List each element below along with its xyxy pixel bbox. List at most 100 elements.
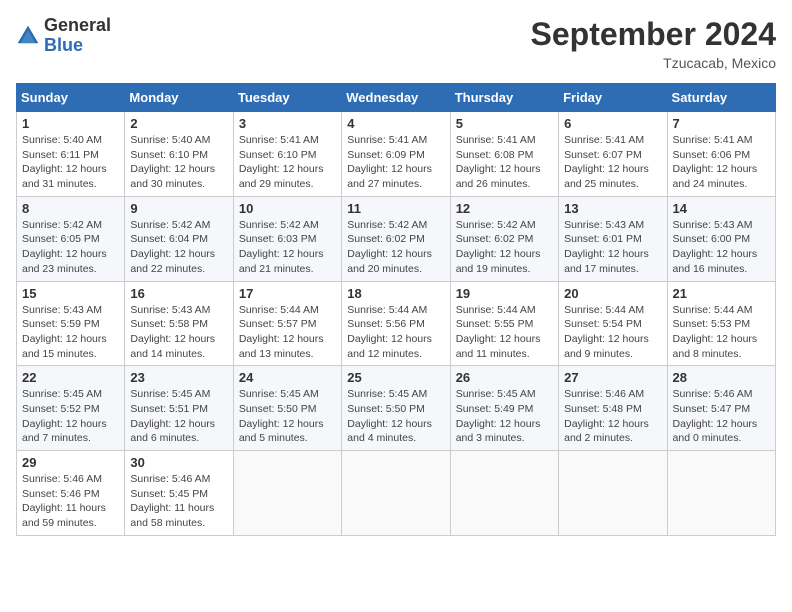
cell-details: Sunrise: 5:44 AMSunset: 5:56 PMDaylight:… [347,303,444,362]
day-number: 25 [347,370,444,385]
day-number: 16 [130,286,227,301]
calendar-cell: 22 Sunrise: 5:45 AMSunset: 5:52 PMDayligh… [17,366,125,451]
calendar-cell: 1 Sunrise: 5:40 AMSunset: 6:11 PMDaylight… [17,112,125,197]
cell-details: Sunrise: 5:43 AMSunset: 6:00 PMDaylight:… [673,218,770,277]
day-number: 2 [130,116,227,131]
cell-details: Sunrise: 5:41 AMSunset: 6:10 PMDaylight:… [239,133,336,192]
day-number: 21 [673,286,770,301]
calendar-cell: 8 Sunrise: 5:42 AMSunset: 6:05 PMDaylight… [17,196,125,281]
logo: General Blue [16,16,111,56]
logo-general-text: General [44,16,111,36]
cell-details: Sunrise: 5:44 AMSunset: 5:57 PMDaylight:… [239,303,336,362]
day-number: 28 [673,370,770,385]
logo-blue-text: Blue [44,36,111,56]
calendar-cell: 7 Sunrise: 5:41 AMSunset: 6:06 PMDaylight… [667,112,775,197]
location-text: Tzucacab, Mexico [531,55,776,71]
cell-details: Sunrise: 5:40 AMSunset: 6:11 PMDaylight:… [22,133,119,192]
day-number: 15 [22,286,119,301]
cell-details: Sunrise: 5:45 AMSunset: 5:52 PMDaylight:… [22,387,119,446]
cell-details: Sunrise: 5:46 AMSunset: 5:47 PMDaylight:… [673,387,770,446]
calendar-cell: 12Sunrise: 5:42 AMSunset: 6:02 PMDayligh… [450,196,558,281]
day-number: 12 [456,201,553,216]
day-number: 5 [456,116,553,131]
calendar-cell: 20 Sunrise: 5:44 AMSunset: 5:54 PMDayligh… [559,281,667,366]
day-number: 10 [239,201,336,216]
day-number: 4 [347,116,444,131]
cell-details: Sunrise: 5:42 AMSunset: 6:05 PMDaylight:… [22,218,119,277]
calendar-cell [667,451,775,536]
day-number: 26 [456,370,553,385]
cell-details: Sunrise: 5:42 AMSunset: 6:03 PMDaylight:… [239,218,336,277]
day-number: 17 [239,286,336,301]
calendar-cell: 10 Sunrise: 5:42 AMSunset: 6:03 PMDayligh… [233,196,341,281]
cell-details: Sunrise: 5:46 AMSunset: 5:45 PMDaylight:… [130,472,227,531]
cell-details: Sunrise: 5:45 AMSunset: 5:50 PMDaylight:… [347,387,444,446]
calendar-cell: 17 Sunrise: 5:44 AMSunset: 5:57 PMDayligh… [233,281,341,366]
calendar-cell: 26 Sunrise: 5:45 AMSunset: 5:49 PMDayligh… [450,366,558,451]
cell-details: Sunrise: 5:41 AMSunset: 6:07 PMDaylight:… [564,133,661,192]
cell-details: Sunrise: 5:41 AMSunset: 6:06 PMDaylight:… [673,133,770,192]
day-number: 3 [239,116,336,131]
calendar-cell: 6 Sunrise: 5:41 AMSunset: 6:07 PMDaylight… [559,112,667,197]
page-header: General Blue September 2024 Tzucacab, Me… [16,16,776,71]
cell-details: Sunrise: 5:45 AMSunset: 5:51 PMDaylight:… [130,387,227,446]
calendar-week-row: 8 Sunrise: 5:42 AMSunset: 6:05 PMDaylight… [17,196,776,281]
col-friday: Friday [559,84,667,112]
calendar-cell: 27 Sunrise: 5:46 AMSunset: 5:48 PMDayligh… [559,366,667,451]
calendar-cell: 2 Sunrise: 5:40 AMSunset: 6:10 PMDaylight… [125,112,233,197]
cell-details: Sunrise: 5:44 AMSunset: 5:55 PMDaylight:… [456,303,553,362]
day-number: 19 [456,286,553,301]
cell-details: Sunrise: 5:40 AMSunset: 6:10 PMDaylight:… [130,133,227,192]
calendar-cell: 3 Sunrise: 5:41 AMSunset: 6:10 PMDaylight… [233,112,341,197]
cell-details: Sunrise: 5:44 AMSunset: 5:54 PMDaylight:… [564,303,661,362]
cell-details: Sunrise: 5:44 AMSunset: 5:53 PMDaylight:… [673,303,770,362]
day-number: 7 [673,116,770,131]
title-block: September 2024 Tzucacab, Mexico [531,16,776,71]
day-number: 13 [564,201,661,216]
cell-details: Sunrise: 5:43 AMSunset: 5:59 PMDaylight:… [22,303,119,362]
col-saturday: Saturday [667,84,775,112]
calendar-cell: 11 Sunrise: 5:42 AMSunset: 6:02 PMDayligh… [342,196,450,281]
calendar-week-row: 29 Sunrise: 5:46 AMSunset: 5:46 PMDayligh… [17,451,776,536]
cell-details: Sunrise: 5:43 AMSunset: 6:01 PMDaylight:… [564,218,661,277]
calendar-cell: 21 Sunrise: 5:44 AMSunset: 5:53 PMDayligh… [667,281,775,366]
calendar-table: Sunday Monday Tuesday Wednesday Thursday… [16,83,776,536]
day-number: 1 [22,116,119,131]
calendar-cell [559,451,667,536]
calendar-week-row: 1 Sunrise: 5:40 AMSunset: 6:11 PMDaylight… [17,112,776,197]
day-number: 8 [22,201,119,216]
cell-details: Sunrise: 5:42 AMSunset: 6:02 PMDaylight:… [347,218,444,277]
cell-details: Sunrise: 5:42 AMSunset: 6:04 PMDaylight:… [130,218,227,277]
day-number: 9 [130,201,227,216]
month-title: September 2024 [531,16,776,53]
cell-details: Sunrise: 5:46 AMSunset: 5:46 PMDaylight:… [22,472,119,531]
day-number: 29 [22,455,119,470]
calendar-cell: 4Sunrise: 5:41 AMSunset: 6:09 PMDaylight… [342,112,450,197]
day-number: 22 [22,370,119,385]
cell-details: Sunrise: 5:45 AMSunset: 5:50 PMDaylight:… [239,387,336,446]
cell-details: Sunrise: 5:45 AMSunset: 5:49 PMDaylight:… [456,387,553,446]
calendar-cell: 29 Sunrise: 5:46 AMSunset: 5:46 PMDayligh… [17,451,125,536]
calendar-cell: 28 Sunrise: 5:46 AMSunset: 5:47 PMDayligh… [667,366,775,451]
col-thursday: Thursday [450,84,558,112]
calendar-cell: 25 Sunrise: 5:45 AMSunset: 5:50 PMDayligh… [342,366,450,451]
day-number: 20 [564,286,661,301]
day-number: 18 [347,286,444,301]
calendar-cell: 9 Sunrise: 5:42 AMSunset: 6:04 PMDaylight… [125,196,233,281]
calendar-cell: 30 Sunrise: 5:46 AMSunset: 5:45 PMDayligh… [125,451,233,536]
calendar-cell: 5Sunrise: 5:41 AMSunset: 6:08 PMDaylight… [450,112,558,197]
calendar-cell: 18 Sunrise: 5:44 AMSunset: 5:56 PMDayligh… [342,281,450,366]
day-number: 14 [673,201,770,216]
calendar-cell [233,451,341,536]
calendar-cell [342,451,450,536]
col-monday: Monday [125,84,233,112]
logo-text: General Blue [44,16,111,56]
day-number: 30 [130,455,227,470]
col-wednesday: Wednesday [342,84,450,112]
day-number: 6 [564,116,661,131]
calendar-week-row: 22 Sunrise: 5:45 AMSunset: 5:52 PMDayligh… [17,366,776,451]
calendar-week-row: 15 Sunrise: 5:43 AMSunset: 5:59 PMDayligh… [17,281,776,366]
day-number: 27 [564,370,661,385]
day-number: 11 [347,201,444,216]
cell-details: Sunrise: 5:46 AMSunset: 5:48 PMDaylight:… [564,387,661,446]
